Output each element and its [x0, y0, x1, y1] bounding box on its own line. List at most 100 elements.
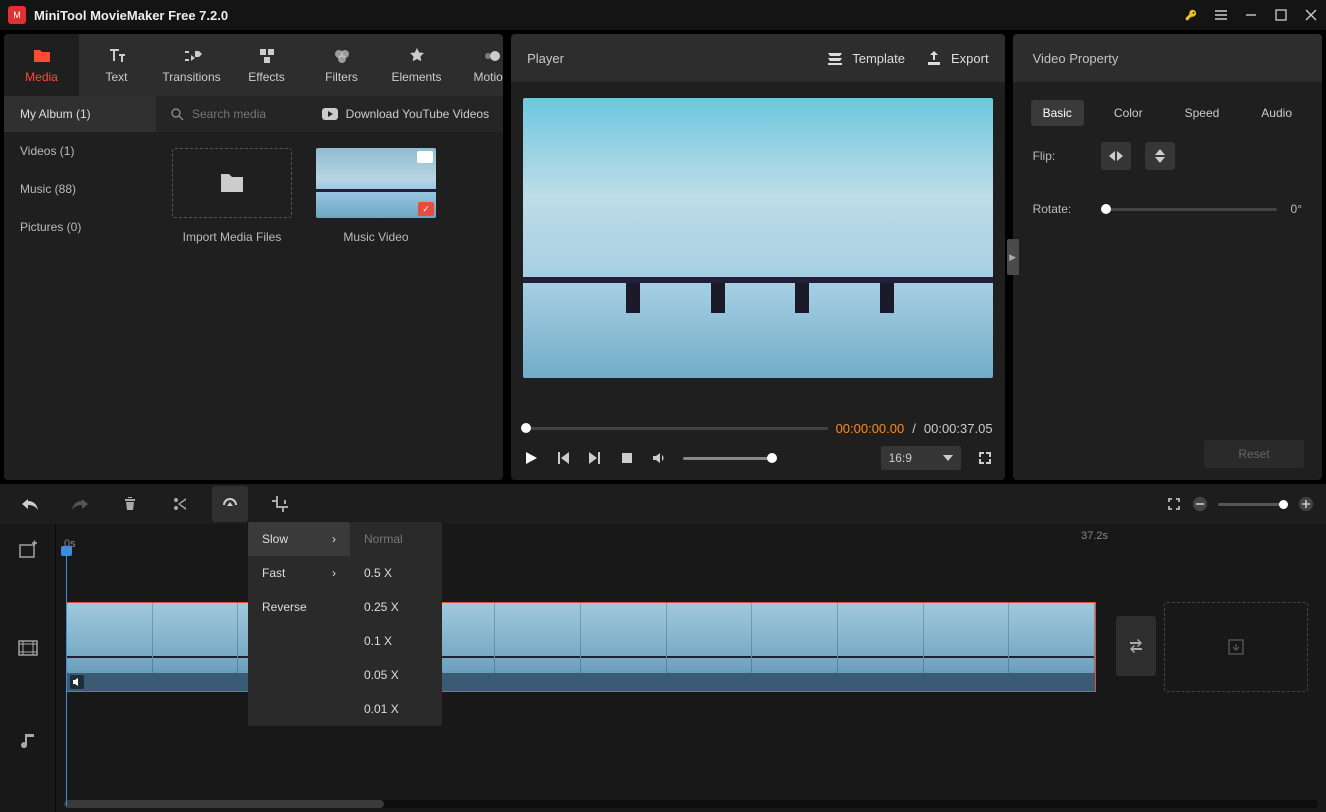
- stop-icon[interactable]: [619, 450, 635, 466]
- motion-icon: [482, 46, 502, 66]
- redo-button[interactable]: [62, 486, 98, 522]
- key-icon[interactable]: [1184, 8, 1198, 22]
- search-input[interactable]: [192, 107, 312, 121]
- sidebar-item-album[interactable]: My Album (1): [4, 96, 156, 132]
- duration-time: 00:00:37.05: [924, 421, 993, 436]
- transition-icon: [182, 46, 202, 66]
- media-panel: Media Text Transitions Effects Filters E…: [4, 34, 503, 480]
- app-title: MiniTool MovieMaker Free 7.2.0: [34, 8, 228, 23]
- current-time: 00:00:00.00: [836, 421, 905, 436]
- rotate-slider[interactable]: [1101, 208, 1277, 211]
- volume-slider[interactable]: [683, 457, 773, 460]
- crop-button[interactable]: [262, 486, 298, 522]
- swap-button[interactable]: [1116, 616, 1156, 676]
- aspect-dropdown[interactable]: 16:9: [881, 446, 961, 470]
- zoom-slider[interactable]: [1218, 503, 1288, 506]
- titlebar: M MiniTool MovieMaker Free 7.2.0: [0, 0, 1326, 30]
- export-button[interactable]: Export: [925, 49, 989, 67]
- minimize-icon[interactable]: [1244, 8, 1258, 22]
- delete-button[interactable]: [112, 486, 148, 522]
- preview-canvas: [523, 98, 992, 378]
- zoom-out-icon[interactable]: [1192, 496, 1208, 512]
- tab-media[interactable]: Media: [4, 34, 79, 96]
- sidebar-item-videos[interactable]: Videos (1): [4, 132, 156, 170]
- play-icon[interactable]: [523, 450, 539, 466]
- player-scrubber[interactable]: [523, 427, 827, 430]
- player-title: Player: [527, 51, 564, 66]
- fullscreen-icon[interactable]: [977, 450, 993, 466]
- add-track-button[interactable]: [12, 534, 44, 566]
- maximize-icon[interactable]: [1274, 8, 1288, 22]
- flip-horizontal-button[interactable]: [1101, 142, 1131, 170]
- media-sidebar: My Album (1) Videos (1) Music (88) Pictu…: [4, 96, 156, 480]
- fit-zoom-icon[interactable]: [1166, 496, 1182, 512]
- tab-filters[interactable]: Filters: [304, 34, 379, 96]
- drop-zone[interactable]: [1164, 602, 1308, 692]
- download-youtube-link[interactable]: Download YouTube Videos: [322, 107, 489, 121]
- chevron-down-icon: [943, 455, 953, 461]
- reset-button[interactable]: Reset: [1204, 440, 1304, 468]
- tab-elements[interactable]: Elements: [379, 34, 454, 96]
- prev-frame-icon[interactable]: [555, 450, 571, 466]
- search-icon: [170, 107, 184, 121]
- speed-button[interactable]: [212, 486, 248, 522]
- tab-text[interactable]: Text: [79, 34, 154, 96]
- tab-effects[interactable]: Effects: [229, 34, 304, 96]
- youtube-icon: [322, 108, 338, 120]
- video-clip[interactable]: [66, 602, 1096, 692]
- property-panel: ▶ Video Property Basic Color Speed Audio…: [1013, 34, 1322, 480]
- menu-0-25x[interactable]: 0.25 X: [350, 590, 442, 624]
- prop-tab-speed[interactable]: Speed: [1173, 100, 1232, 126]
- player-panel: Player Template Export 00:00:00.00 / 00:…: [511, 34, 1004, 480]
- h-scrollbar[interactable]: [64, 800, 1318, 808]
- menu-slow[interactable]: Slow›: [248, 522, 350, 556]
- elements-icon: [407, 46, 427, 66]
- audio-track-icon[interactable]: [12, 724, 44, 756]
- effects-icon: [257, 46, 277, 66]
- flip-vertical-button[interactable]: [1145, 142, 1175, 170]
- timeline-tracks[interactable]: 0s 37.2s: [56, 524, 1326, 812]
- menu-normal[interactable]: Normal: [350, 522, 442, 556]
- menu-0-1x[interactable]: 0.1 X: [350, 624, 442, 658]
- tab-motion[interactable]: Motion: [454, 34, 503, 96]
- prop-tab-basic[interactable]: Basic: [1031, 100, 1084, 126]
- menu-reverse[interactable]: Reverse: [248, 590, 350, 624]
- video-badge-icon: [417, 151, 433, 163]
- text-icon: [107, 46, 127, 66]
- zoom-in-icon[interactable]: [1298, 496, 1314, 512]
- timeline-ruler: 0s 37.2s: [56, 524, 1326, 550]
- audio-waveform: [67, 673, 1095, 691]
- video-track-icon[interactable]: [12, 632, 44, 664]
- menu-fast[interactable]: Fast›: [248, 556, 350, 590]
- tab-transitions[interactable]: Transitions: [154, 34, 229, 96]
- folder-icon: [219, 172, 245, 194]
- menu-0-01x[interactable]: 0.01 X: [350, 692, 442, 726]
- folder-icon: [32, 46, 52, 66]
- close-icon[interactable]: [1304, 8, 1318, 22]
- volume-icon[interactable]: [651, 450, 667, 466]
- playhead[interactable]: [66, 546, 67, 806]
- prop-tab-audio[interactable]: Audio: [1249, 100, 1304, 126]
- sidebar-item-music[interactable]: Music (88): [4, 170, 156, 208]
- next-frame-icon[interactable]: [587, 450, 603, 466]
- check-badge-icon: ✓: [418, 202, 434, 216]
- prop-tab-color[interactable]: Color: [1102, 100, 1155, 126]
- flip-label: Flip:: [1033, 149, 1087, 163]
- menu-0-5x[interactable]: 0.5 X: [350, 556, 442, 590]
- menu-0-05x[interactable]: 0.05 X: [350, 658, 442, 692]
- media-clip-thumbnail[interactable]: ✓: [316, 148, 436, 218]
- timeline-panel: 0s 37.2s: [0, 484, 1326, 812]
- sidebar-item-pictures[interactable]: Pictures (0): [4, 208, 156, 246]
- rotate-label: Rotate:: [1033, 202, 1087, 216]
- app-logo-icon: M: [8, 6, 26, 24]
- undo-button[interactable]: [12, 486, 48, 522]
- filters-icon: [332, 46, 352, 66]
- collapse-arrow-icon[interactable]: ▶: [1007, 239, 1019, 275]
- menu-icon[interactable]: [1214, 8, 1228, 22]
- split-button[interactable]: [162, 486, 198, 522]
- speed-menu: Slow› Fast› Reverse Normal 0.5 X 0.25 X …: [248, 522, 442, 726]
- template-button[interactable]: Template: [826, 49, 905, 67]
- export-icon: [925, 49, 943, 67]
- import-media-button[interactable]: [172, 148, 292, 218]
- speaker-icon[interactable]: [70, 675, 84, 689]
